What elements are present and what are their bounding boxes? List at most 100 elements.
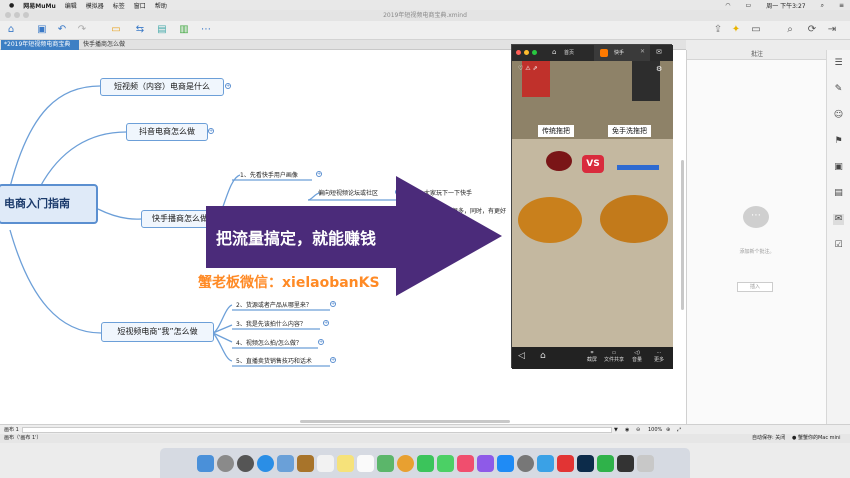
close-tab-icon[interactable]: ✕ bbox=[640, 48, 645, 55]
boundary-icon[interactable]: ▤ bbox=[156, 24, 168, 36]
expand-icon[interactable]: + bbox=[330, 301, 336, 307]
menu-list-icon[interactable]: ≡ bbox=[839, 2, 844, 9]
topic-source[interactable]: 2、货源或者产品从哪里来？ bbox=[236, 300, 312, 309]
more-button[interactable]: ⋯ 更多 bbox=[652, 350, 666, 363]
battery-icon[interactable]: ▭ bbox=[746, 2, 752, 9]
video-controls-icons[interactable]: ♡ ⚠ ⇗ bbox=[518, 65, 538, 72]
redo-icon[interactable]: ↷ bbox=[76, 24, 88, 36]
zoom-window-button[interactable] bbox=[23, 12, 29, 18]
xmind-icon[interactable] bbox=[556, 454, 574, 472]
expand-icon[interactable]: + bbox=[323, 320, 329, 326]
branch-douyin[interactable]: 抖音电商怎么做 bbox=[126, 123, 208, 141]
messages-icon[interactable] bbox=[416, 454, 434, 472]
contacts-icon[interactable] bbox=[296, 454, 314, 472]
trash-icon[interactable] bbox=[636, 454, 654, 472]
screenshot-button[interactable]: ⌗ 截屏 bbox=[584, 350, 600, 363]
flag-icon[interactable]: ⚑ bbox=[833, 136, 844, 147]
menu-app-name[interactable]: 网易MuMu bbox=[23, 1, 56, 10]
icons-icon[interactable]: ☺ bbox=[833, 110, 844, 121]
format-brush-icon[interactable]: ✎ bbox=[833, 84, 844, 95]
home-icon[interactable]: ⌂ bbox=[540, 351, 546, 361]
summary-icon[interactable]: ▥ bbox=[178, 24, 190, 36]
expand-icon[interactable]: + bbox=[208, 128, 214, 134]
tab-kuaishou[interactable]: 快手播商怎么做 bbox=[80, 40, 128, 50]
expand-icon[interactable]: + bbox=[318, 339, 324, 345]
topic-live-selling[interactable]: 5、直播卖货销售技巧和话术 bbox=[236, 356, 312, 365]
file-share-button[interactable]: ▭ 文件共享 bbox=[602, 350, 626, 363]
siri-icon[interactable] bbox=[216, 454, 234, 472]
autosave-status[interactable]: 自动保存: 关闭 bbox=[752, 434, 785, 443]
branch-me[interactable]: 短视频电商“我”怎么做 bbox=[101, 322, 214, 342]
search-icon[interactable]: ⌕ bbox=[821, 2, 824, 10]
relationship-icon[interactable]: ⇆ bbox=[134, 24, 146, 36]
maps-icon[interactable] bbox=[376, 454, 394, 472]
comments-icon[interactable]: ✉ bbox=[833, 214, 844, 225]
bulb-icon[interactable]: ✦ bbox=[730, 24, 742, 36]
video-settings-icon[interactable]: ⚙ bbox=[656, 65, 662, 73]
clock[interactable]: 周一 下午3:27 bbox=[766, 1, 805, 10]
volume-button[interactable]: ◁) 音量 bbox=[630, 350, 644, 363]
menu-edit[interactable]: 编辑 bbox=[65, 1, 77, 10]
image-icon[interactable]: ▣ bbox=[833, 162, 844, 173]
mumu-icon[interactable] bbox=[536, 454, 554, 472]
tab-main-document[interactable]: *2019年短视频电商宝典 ✕ bbox=[1, 40, 79, 58]
calendar-icon[interactable] bbox=[316, 454, 334, 472]
home-icon[interactable]: ⌂ bbox=[5, 24, 17, 36]
presentation-icon[interactable]: ▭ bbox=[750, 24, 762, 36]
camtasia-icon[interactable] bbox=[596, 454, 614, 472]
expand-icon[interactable]: + bbox=[330, 357, 336, 363]
music-icon[interactable] bbox=[456, 454, 474, 472]
emulator-min-button[interactable] bbox=[524, 50, 529, 55]
sync-icon[interactable]: ⟳ bbox=[806, 24, 818, 36]
topic-shoot[interactable]: 4、视频怎么拍/怎么做？ bbox=[236, 338, 302, 347]
undo-icon[interactable]: ↶ bbox=[56, 24, 68, 36]
photos-icon[interactable] bbox=[396, 454, 414, 472]
menu-emulator[interactable]: 模拟器 bbox=[86, 1, 104, 10]
horizontal-scrollbar[interactable] bbox=[300, 420, 510, 423]
back-icon[interactable]: ◁ bbox=[518, 351, 525, 361]
share-icon[interactable]: ⇪ bbox=[712, 24, 724, 36]
minimize-window-button[interactable] bbox=[14, 12, 20, 18]
outline-icon[interactable]: ☰ bbox=[833, 58, 844, 69]
mail-app-icon[interactable] bbox=[276, 454, 294, 472]
home-tab-icon[interactable]: ⌂ bbox=[552, 48, 556, 56]
expand-icon[interactable]: + bbox=[225, 83, 231, 89]
books-icon[interactable] bbox=[476, 454, 494, 472]
find-icon[interactable]: ⌕ bbox=[784, 24, 796, 36]
sheet-scroll-track[interactable] bbox=[22, 427, 612, 433]
safari-icon[interactable] bbox=[256, 454, 274, 472]
system-prefs-icon[interactable] bbox=[516, 454, 534, 472]
close-window-button[interactable] bbox=[5, 12, 11, 18]
facetime-icon[interactable] bbox=[436, 454, 454, 472]
mail-icon[interactable]: ✉ bbox=[656, 48, 662, 56]
launchpad-icon[interactable] bbox=[236, 454, 254, 472]
video-player[interactable]: 传统拖把 免手洗拖把 VS ♡ ⚠ ⇗ ⚙ bbox=[512, 61, 673, 347]
more-icon[interactable]: ⋯ bbox=[200, 24, 212, 36]
appstore-icon[interactable] bbox=[496, 454, 514, 472]
task-icon[interactable]: ☑ bbox=[833, 240, 844, 251]
vertical-scrollbar[interactable] bbox=[681, 160, 684, 310]
root-topic[interactable]: 电商入门指南 bbox=[0, 184, 98, 224]
menu-help[interactable]: 帮助 bbox=[155, 1, 167, 10]
apple-icon[interactable]: ● bbox=[9, 2, 14, 9]
menu-tags[interactable]: 标签 bbox=[113, 1, 125, 10]
menu-window[interactable]: 窗口 bbox=[134, 1, 146, 10]
reminders-icon[interactable] bbox=[356, 454, 374, 472]
save-icon[interactable]: ▣ bbox=[36, 24, 48, 36]
notes-app-icon[interactable] bbox=[336, 454, 354, 472]
branch-what-is[interactable]: 短视频（内容）电商是什么 bbox=[100, 78, 224, 96]
wifi-icon[interactable]: ◠ bbox=[725, 2, 730, 9]
insert-comment-button[interactable]: 插入 bbox=[737, 282, 773, 292]
user-status[interactable]: ● 蟹蟹你的Mac mini bbox=[792, 434, 841, 443]
photoshop-icon[interactable] bbox=[576, 454, 594, 472]
notes-icon[interactable]: ▤ bbox=[833, 188, 844, 199]
style-icon[interactable]: ▭ bbox=[110, 24, 122, 36]
finder-icon[interactable] bbox=[196, 454, 214, 472]
emulator-close-button[interactable] bbox=[516, 50, 521, 55]
emulator-tab-home[interactable]: 首页 bbox=[564, 49, 574, 56]
screen-record-icon[interactable] bbox=[616, 454, 634, 472]
emulator-max-button[interactable] bbox=[532, 50, 537, 55]
topic-content[interactable]: 3、我是先该拍什么内容？ bbox=[236, 319, 306, 328]
export-icon[interactable]: ⇥ bbox=[826, 24, 838, 36]
emulator-tab-kuaishou[interactable]: 快手 ✕ bbox=[594, 45, 650, 61]
